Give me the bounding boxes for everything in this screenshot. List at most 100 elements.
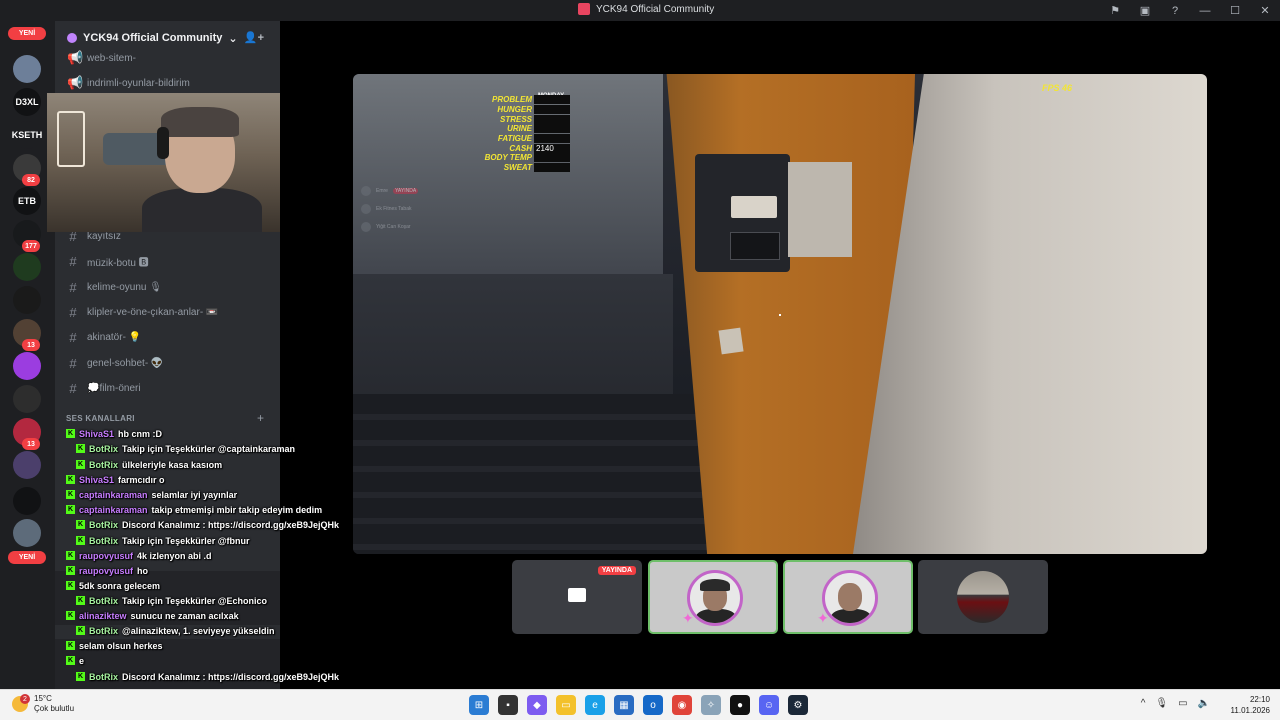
server-icon[interactable] [13, 253, 41, 281]
kick-icon: K [76, 536, 85, 545]
steam-icon[interactable]: ⚙ [788, 695, 808, 715]
chat-username: BotRix [89, 625, 118, 636]
participant-tile[interactable]: ✦ [648, 560, 778, 634]
channel-item[interactable]: # kelime-oyunu 🎙 [67, 277, 272, 297]
app-icon[interactable]: ▪ [498, 695, 518, 715]
game-stream-view[interactable]: MONDAY PROBLEMHUNGERSTRESSURINEFATIGUECA… [353, 74, 1207, 554]
chat-text: 4k izlenyon abi .d [137, 550, 212, 561]
add-channel-icon[interactable]: + [257, 411, 264, 425]
server-icon[interactable] [13, 352, 41, 380]
hud-stat: SWEAT [479, 163, 574, 173]
streamer-body [142, 188, 262, 232]
file-explorer-icon[interactable]: ▭ [556, 695, 576, 715]
chat-message: Kcaptainkaraman selamlar iyi yayınlar [66, 487, 237, 502]
chat-username: captainkaraman [79, 489, 148, 500]
app-icon[interactable]: ● [730, 695, 750, 715]
chrome-icon[interactable]: ◉ [672, 695, 692, 715]
chat-username: BotRix [89, 519, 118, 530]
server-icon[interactable] [13, 55, 41, 83]
invite-icon[interactable]: 👤+ [244, 31, 264, 44]
live-badge: YAYINDA [597, 566, 636, 575]
avatar [687, 570, 743, 626]
chat-text: 5dk sonra gelecem [79, 580, 161, 591]
guild-icon [67, 33, 77, 43]
kick-icon: K [66, 475, 75, 484]
chat-text: Discord Kanalımız : https://discord.gg/x… [122, 671, 340, 682]
channel-item[interactable]: # 💭film-öneri [67, 378, 272, 398]
kick-icon: K [66, 581, 75, 590]
clock[interactable]: 22:10 11.01.2026 [1231, 694, 1270, 716]
kick-icon: K [76, 444, 85, 453]
volume-icon[interactable]: 🔈 [1198, 698, 1210, 709]
participant-tile[interactable]: ✦ [783, 560, 913, 634]
mention-badge: 177 [22, 240, 40, 252]
outlook-icon[interactable]: o [643, 695, 663, 715]
server-icon[interactable]: KSETH [12, 121, 42, 149]
close-button[interactable]: ✕ [1250, 4, 1280, 17]
chat-text: takip etmemişi mbir takip edeyim dedim [151, 504, 323, 515]
server-icon[interactable] [13, 451, 41, 479]
edge-icon[interactable]: e [585, 695, 605, 715]
store-icon[interactable]: ▦ [614, 695, 634, 715]
chat-message: K BotRix Discord Kanalımız : https://disco… [76, 669, 339, 684]
chat-message: Kraupovyusuf 4k izlenyon abi .d [66, 548, 212, 563]
participant-tile[interactable] [918, 560, 1048, 634]
chat-message: Ke [66, 653, 84, 668]
notification-badge: 2 [20, 694, 30, 704]
network-icon[interactable]: ▭ [1178, 698, 1187, 709]
channel-item[interactable]: # müzik-botu 🅱 [67, 251, 272, 271]
monitor-icon[interactable]: ▣ [1130, 4, 1160, 17]
channel-item[interactable]: 📢 web-sitem- [67, 48, 272, 68]
title-bar: YCK94 Official Community ⚑ ▣ ? — ☐ ✕ [0, 0, 1280, 21]
minimize-button[interactable]: — [1190, 5, 1220, 17]
chat-username: captainkaraman [79, 504, 148, 515]
new-badge: YENİ [8, 551, 46, 564]
electric-meter [695, 154, 790, 272]
channel-item[interactable]: # genel-sohbet- 👽 [67, 353, 272, 373]
avatar [822, 570, 878, 626]
hud-stat: HUNGER [479, 105, 574, 115]
app-logo-icon [578, 3, 590, 15]
discord-icon[interactable]: ☺ [759, 695, 779, 715]
hud-stat: PROBLEM [479, 95, 574, 105]
status-hud: PROBLEM HUNGER STRESS URINE FATIGUE CASH 2140 B… [479, 95, 574, 173]
server-icon[interactable]: ETB [13, 187, 41, 215]
fps-counter: FPS 46 [1042, 83, 1073, 93]
chat-message: K BotRix ülkeleriyle kasa kasıom [76, 457, 222, 472]
server-icon[interactable]: D3XL [13, 88, 41, 116]
chat-message: K 5dk sonra gelecem [66, 578, 160, 593]
chat-text: sunucu ne zaman acılxak [130, 610, 239, 621]
maximize-button[interactable]: ☐ [1220, 4, 1250, 17]
kick-icon: K [66, 656, 75, 665]
window-title: YCK94 Official Community [578, 3, 714, 15]
fuse-panel [788, 162, 852, 257]
app-icon[interactable]: ✧ [701, 695, 721, 715]
hud-stat: FATIGUE [479, 134, 574, 144]
announcement-icon: 📢 [67, 75, 84, 90]
chat-message: K BotRix Takip için Teşekkürler @captainka… [76, 441, 295, 456]
microphone-icon[interactable]: 🎙 [1155, 698, 1168, 709]
taskbar: 2 15°C Çok bulutlu ⊞ ▪ ◆ ▭ e ▦ o ◉ ✧ ● ☺… [0, 689, 1280, 720]
weather-widget[interactable]: 2 15°C Çok bulutlu [12, 694, 74, 714]
server-icon[interactable] [13, 385, 41, 413]
help-icon[interactable]: ? [1160, 5, 1190, 17]
new-badge: YENİ [8, 27, 46, 40]
hud-stat: BODY TEMP [479, 153, 574, 163]
channel-item[interactable]: 📢 indrimli-oyunlar-bildirim [67, 73, 272, 93]
server-icon[interactable] [13, 519, 41, 547]
inbox-icon[interactable]: ⚑ [1100, 4, 1130, 17]
avatar [361, 204, 371, 214]
chevron-up-icon[interactable]: ^ [1141, 698, 1146, 709]
channel-item[interactable]: # klipler-ve-öne-çıkan-anlar- 📼 [67, 302, 272, 322]
copilot-icon[interactable]: ◆ [527, 695, 547, 715]
kick-icon: K [66, 490, 75, 499]
stream-tile[interactable]: YAYINDA [512, 560, 642, 634]
server-icon[interactable] [13, 487, 41, 515]
chat-username: BotRix [89, 671, 118, 682]
start-icon[interactable]: ⊞ [469, 695, 489, 715]
voice-section-header[interactable]: SES KANALLARI [66, 414, 135, 423]
mention-badge: 82 [22, 174, 40, 186]
star-icon: ✦ [817, 610, 829, 626]
channel-item[interactable]: # akinatör- 💡 [67, 327, 272, 347]
server-icon[interactable] [13, 286, 41, 314]
